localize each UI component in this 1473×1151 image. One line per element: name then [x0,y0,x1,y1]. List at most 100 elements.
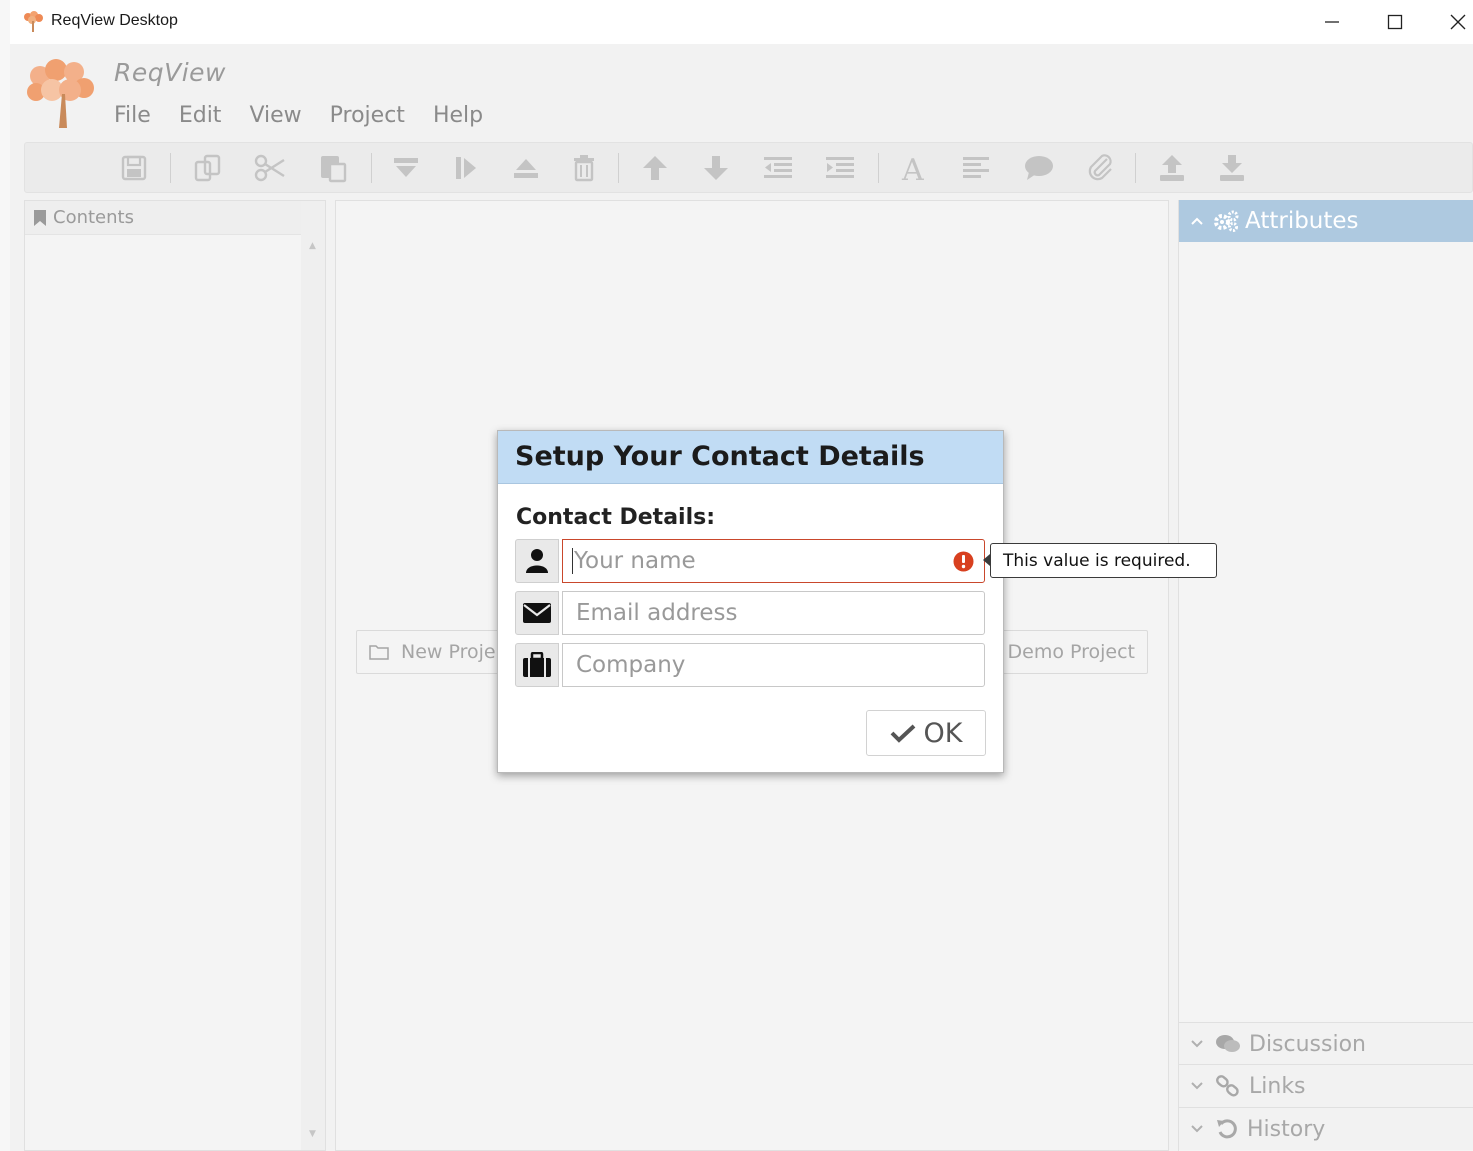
user-icon [515,539,559,583]
insert-above-icon [514,159,538,178]
scroll-down-icon[interactable]: ▼ [309,1129,316,1139]
export-icon [1160,155,1184,181]
contents-header: Contents [25,201,301,235]
contact-details-dialog: Setup Your Contact Details Contact Detai… [497,430,1004,773]
menu-project[interactable]: Project [330,103,405,128]
dialog-header: Setup Your Contact Details [498,431,1003,484]
company-input[interactable]: Company [562,643,985,687]
demo-project-label: Demo Project [1007,641,1136,663]
indent-button[interactable] [823,151,857,185]
links-section[interactable]: Links [1179,1064,1473,1107]
new-project-button[interactable]: New Proje [356,630,506,674]
attachment-icon [1088,154,1112,181]
contents-panel: Contents ▲ ▼ [24,200,326,1151]
new-project-label: New Proje [401,641,496,663]
tooltip-arrow [983,554,990,566]
app-brand: ReqView [114,58,226,87]
outdent-button[interactable] [761,151,795,185]
menu-file[interactable]: File [114,103,151,128]
menu-view[interactable]: View [249,103,301,128]
heading-icon: A [901,153,924,183]
menu-bar: File Edit View Project Help [114,103,511,128]
comments-icon [1216,1035,1240,1052]
minimize-button[interactable] [1316,6,1348,38]
maximize-button[interactable] [1379,6,1411,38]
window-titlebar: ReqView Desktop [10,0,1473,44]
move-up-button[interactable] [638,151,672,185]
insert-below-icon [394,158,418,177]
ok-button[interactable]: OK [866,710,986,756]
ok-label: OK [923,717,963,749]
contents-scrollbar[interactable]: ▲ ▼ [301,201,325,1150]
validation-tooltip: This value is required. [990,543,1217,578]
save-button[interactable] [117,151,151,185]
history-label: History [1247,1116,1326,1142]
delete-button[interactable] [567,151,601,185]
chevron-down-icon [1191,1125,1203,1133]
attributes-label: Attributes [1245,208,1359,234]
delete-icon [574,155,594,182]
copy-icon [194,154,221,182]
toolbar: A [24,142,1473,193]
svg-text:A: A [901,153,924,183]
insert-below-button[interactable] [389,151,423,185]
close-icon [1450,14,1466,30]
import-button[interactable] [1215,151,1249,185]
chevron-up-icon [1191,217,1203,225]
comment-button[interactable] [1022,151,1056,185]
paste-button[interactable] [316,151,350,185]
discussion-section[interactable]: Discussion [1179,1022,1473,1065]
email-input[interactable]: Email address [562,591,985,635]
attributes-header[interactable]: Attributes [1179,200,1473,242]
indent-icon [826,157,854,178]
text-button[interactable] [959,151,993,185]
link-icon [1216,1075,1239,1097]
scroll-up-icon[interactable]: ▲ [309,241,316,251]
text-caret [572,548,573,574]
company-field-row: Company [515,643,985,687]
menu-edit[interactable]: Edit [179,103,222,128]
comment-icon [1025,156,1053,180]
folder-icon [369,645,389,660]
name-input[interactable]: Your name [562,539,985,583]
email-placeholder: Email address [576,600,738,626]
text-icon [963,157,989,178]
history-section[interactable]: History [1179,1107,1473,1150]
dialog-title: Setup Your Contact Details [515,441,925,472]
move-down-icon [704,156,728,180]
import-icon [1220,155,1244,181]
briefcase-icon [515,643,559,687]
company-placeholder: Company [576,652,686,678]
export-button[interactable] [1155,151,1189,185]
window-edge [0,0,10,1151]
name-placeholder: Your name [574,548,696,574]
email-field-row: Email address [515,591,985,635]
links-label: Links [1249,1073,1306,1099]
outdent-icon [764,157,792,178]
contact-details-label: Contact Details: [516,505,716,530]
menu-help[interactable]: Help [433,103,483,128]
reqview-logo-icon [27,59,94,128]
attributes-panel: Attributes Discussion Links History [1178,200,1473,1151]
insert-child-icon [456,157,476,179]
cut-icon [254,154,285,182]
close-window-button[interactable] [1442,6,1473,38]
maximize-icon [1387,14,1403,30]
cut-button[interactable] [253,151,287,185]
heading-button[interactable]: A [897,151,931,185]
window-title: ReqView Desktop [51,12,178,29]
insert-child-button[interactable] [449,151,483,185]
check-icon [890,724,915,743]
paste-icon [321,156,347,183]
error-icon [953,551,974,572]
save-icon [121,155,147,181]
chevron-down-icon [1191,1040,1203,1048]
attachment-button[interactable] [1084,151,1118,185]
discussion-label: Discussion [1249,1031,1366,1057]
app-tree-icon [24,11,43,32]
minimize-icon [1325,21,1339,23]
move-down-button[interactable] [699,151,733,185]
insert-above-button[interactable] [509,151,543,185]
bookmark-icon [34,209,46,226]
copy-button[interactable] [191,151,225,185]
